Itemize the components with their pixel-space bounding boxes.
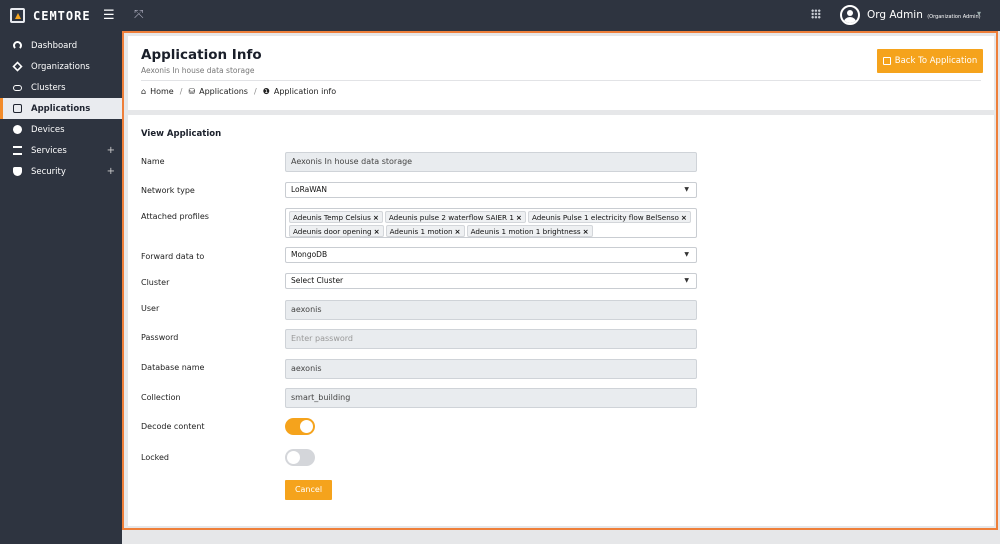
network-type-value: LoRaWAN bbox=[291, 185, 328, 194]
sidebar-item-label: Dashboard bbox=[31, 40, 78, 51]
caret-down-icon: ▼ bbox=[684, 186, 689, 193]
back-to-application-button[interactable]: Back To Application bbox=[877, 49, 983, 73]
chevron-down-icon[interactable]: ▾ bbox=[977, 9, 981, 18]
caret-down-icon: ▼ bbox=[684, 251, 689, 258]
password-label: Password bbox=[141, 333, 179, 342]
application-form: View Application Name Aexonis In house d… bbox=[128, 115, 994, 526]
remove-icon[interactable]: × bbox=[516, 213, 522, 222]
expand-icon[interactable]: + bbox=[107, 145, 115, 156]
database-icon bbox=[13, 104, 22, 113]
cluster-label: Cluster bbox=[141, 278, 170, 287]
name-label: Name bbox=[141, 157, 165, 166]
top-bar: CEMTORE ☰ ⤧ Org Admin (Organization Admi… bbox=[0, 0, 1000, 31]
database-name-field[interactable]: aexonis bbox=[285, 359, 697, 379]
cluster-select[interactable]: Select Cluster ▼ bbox=[285, 273, 697, 289]
user-menu[interactable]: Org Admin (Organization Admin) bbox=[867, 9, 981, 21]
breadcrumb-current: Application info bbox=[273, 87, 337, 96]
profile-tag[interactable]: Adeunis 1 motion × bbox=[385, 225, 465, 237]
sidebar-item-organizations[interactable]: Organizations bbox=[0, 56, 122, 77]
toggle-knob bbox=[287, 451, 300, 464]
profile-tag[interactable]: Adeunis door opening × bbox=[289, 225, 384, 237]
breadcrumb: ⌂ Home / ⛁ Applications / ❶ Application … bbox=[141, 87, 336, 96]
sidebar-item-clusters[interactable]: Clusters bbox=[0, 77, 122, 98]
remove-icon[interactable]: × bbox=[373, 213, 379, 222]
profile-tag[interactable]: Adeunis Pulse 1 electricity flow BelSens… bbox=[527, 211, 691, 223]
back-button-label: Back To Application bbox=[894, 56, 978, 66]
menu-toggle-icon[interactable]: ☰ bbox=[103, 8, 115, 23]
collection-label: Collection bbox=[141, 393, 181, 402]
forward-data-label: Forward data to bbox=[141, 252, 205, 261]
profile-tag[interactable]: Adeunis Temp Celsius × bbox=[289, 211, 383, 223]
attached-profiles-multiselect[interactable]: Adeunis Temp Celsius × Adeunis pulse 2 wa… bbox=[285, 208, 697, 238]
brand-name: CEMTORE bbox=[33, 8, 91, 23]
user-role: (Organization Admin) bbox=[927, 14, 981, 20]
profile-tag[interactable]: Adeunis 1 motion 1 brightness × bbox=[466, 225, 593, 237]
sidebar-item-label: Services bbox=[31, 145, 67, 156]
remove-icon[interactable]: × bbox=[681, 213, 687, 222]
organizations-icon bbox=[12, 61, 23, 72]
sidebar: Dashboard Organizations Clusters Applica… bbox=[0, 31, 122, 544]
remove-icon[interactable]: × bbox=[583, 227, 589, 236]
sidebar-item-services[interactable]: Services + bbox=[0, 140, 122, 161]
forward-data-value: MongoDB bbox=[291, 250, 328, 259]
sidebar-item-label: Devices bbox=[31, 124, 65, 135]
profile-tag[interactable]: Adeunis pulse 2 waterflow SAIER 1 × bbox=[384, 211, 526, 223]
sidebar-item-label: Applications bbox=[31, 103, 91, 114]
cluster-value: Select Cluster bbox=[291, 276, 344, 285]
services-icon bbox=[13, 146, 22, 155]
logo-icon bbox=[10, 8, 25, 23]
database-icon: ⛁ bbox=[188, 87, 196, 96]
brand-logo[interactable]: CEMTORE bbox=[10, 8, 91, 23]
sidebar-item-dashboard[interactable]: Dashboard bbox=[0, 35, 122, 56]
expand-icon[interactable]: + bbox=[107, 166, 115, 177]
decode-content-label: Decode content bbox=[141, 422, 205, 431]
attached-profiles-label: Attached profiles bbox=[141, 212, 209, 221]
sidebar-item-applications[interactable]: Applications bbox=[0, 98, 122, 119]
user-label: User bbox=[141, 304, 160, 313]
sidebar-item-label: Organizations bbox=[31, 61, 90, 72]
divider bbox=[141, 80, 981, 81]
sidebar-item-label: Security bbox=[31, 166, 66, 177]
locked-label: Locked bbox=[141, 453, 169, 462]
info-icon: ❶ bbox=[262, 87, 270, 96]
remove-icon[interactable]: × bbox=[455, 227, 461, 236]
back-icon bbox=[882, 57, 891, 65]
collection-field[interactable]: smart_building bbox=[285, 388, 697, 408]
remove-icon[interactable]: × bbox=[374, 227, 380, 236]
decode-content-toggle[interactable] bbox=[285, 418, 315, 435]
sidebar-item-label: Clusters bbox=[31, 82, 66, 93]
page-subtitle: Aexonis In house data storage bbox=[141, 66, 255, 75]
sidebar-item-devices[interactable]: Devices bbox=[0, 119, 122, 140]
breadcrumb-separator: / bbox=[179, 87, 183, 96]
user-avatar-icon[interactable] bbox=[840, 5, 860, 25]
section-title: View Application bbox=[141, 129, 222, 139]
dashboard-icon bbox=[13, 41, 22, 50]
breadcrumb-applications[interactable]: Applications bbox=[199, 87, 248, 96]
breadcrumb-home[interactable]: Home bbox=[150, 87, 174, 96]
network-type-select[interactable]: LoRaWAN ▼ bbox=[285, 182, 697, 198]
user-field[interactable]: aexonis bbox=[285, 300, 697, 320]
shield-icon bbox=[13, 167, 22, 176]
database-name-label: Database name bbox=[141, 363, 205, 372]
password-field[interactable]: Enter password bbox=[285, 329, 697, 349]
user-name: Org Admin bbox=[867, 9, 923, 21]
sidebar-item-security[interactable]: Security + bbox=[0, 161, 122, 182]
page-header: Application Info Aexonis In house data s… bbox=[128, 36, 994, 110]
caret-down-icon: ▼ bbox=[684, 277, 689, 284]
locked-toggle[interactable] bbox=[285, 449, 315, 466]
page-title: Application Info bbox=[141, 47, 262, 63]
home-icon: ⌂ bbox=[141, 87, 147, 96]
network-type-label: Network type bbox=[141, 186, 195, 195]
fullscreen-icon[interactable]: ⤧ bbox=[134, 7, 144, 22]
toggle-knob bbox=[300, 420, 313, 433]
devices-icon bbox=[13, 125, 22, 134]
apps-grid-icon[interactable] bbox=[811, 9, 821, 19]
forward-data-select[interactable]: MongoDB ▼ bbox=[285, 247, 697, 263]
cloud-icon bbox=[13, 85, 22, 91]
name-field[interactable]: Aexonis In house data storage bbox=[285, 152, 697, 172]
breadcrumb-separator: / bbox=[253, 87, 257, 96]
cancel-button[interactable]: Cancel bbox=[285, 480, 332, 500]
